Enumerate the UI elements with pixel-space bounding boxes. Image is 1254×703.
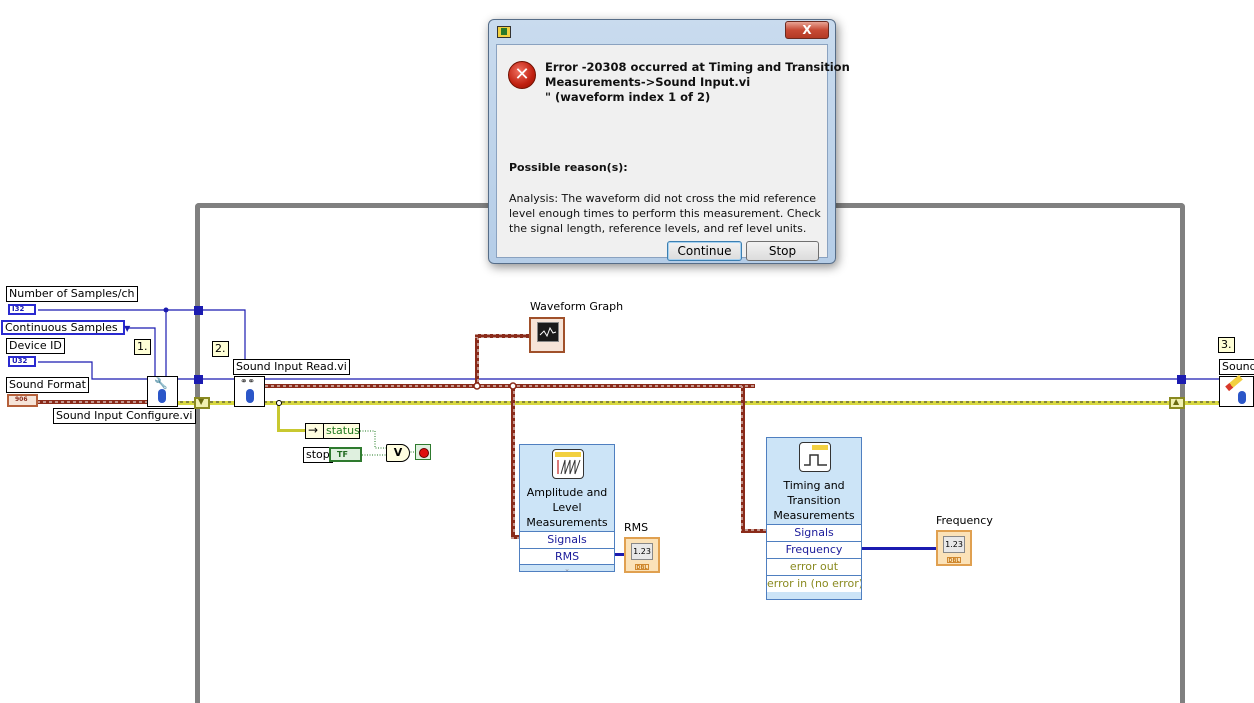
microphone-icon [1238,391,1246,404]
sound-input-clear-label: Sound [1219,359,1254,375]
sound-input-configure-vi[interactable]: 🔧 [147,376,178,407]
device-id-label: Device ID [6,338,65,354]
express-title-line: Level [552,501,582,514]
sawtooth-icon [557,459,581,475]
express-title-line: Measurements [526,516,608,529]
rms-indicator[interactable]: 1.23 DBL [624,537,660,573]
glasses-icon: ⚭⚭ [240,377,256,387]
sound-format-control[interactable]: 906 [7,394,38,407]
status-unbundle[interactable]: → status [305,423,360,439]
express-title-line: Timing and [783,479,845,492]
express-row-error-out[interactable]: error out [767,558,861,575]
error-message: Error -20308 occurred at Timing and Tran… [545,60,850,104]
waveform-graph-label: Waveform Graph [530,300,624,313]
labview-app-icon [497,26,511,38]
microphone-icon [246,389,254,403]
waveform-graph-terminal[interactable] [529,317,565,353]
express-title-line: Measurements [773,509,855,522]
graph-trace-icon [539,326,557,338]
sequence-label-1: 1. [134,339,151,355]
eraser-icon [1225,374,1243,392]
sound-input-configure-label: Sound Input Configure.vi [53,408,196,424]
dialog-body: ✕ Error -20308 occurred at Timing and Tr… [496,44,850,261]
loop-condition-terminal[interactable] [415,444,431,460]
frequency-indicator[interactable]: 1.23 DBL [936,530,972,566]
tunnel [194,306,203,315]
or-function[interactable]: V [386,444,410,462]
rms-label: RMS [624,521,649,534]
triangle-up-icon: ▲ [1173,397,1180,406]
error-icon: ✕ [508,61,536,89]
arrow-right-icon: → [308,423,319,437]
device-id-control[interactable]: U32 [8,356,36,367]
graph-icon [537,322,559,342]
frequency-label: Frequency [936,514,993,527]
sequence-label-3: 3. [1218,337,1235,353]
sound-input-read-label: Sound Input Read.vi [233,359,350,375]
timing-transition-express-vi[interactable]: Timing and Transition Measurements Signa… [766,437,862,600]
sequence-label-2: 2. [212,341,229,357]
rms-wire [614,553,624,556]
express-row-signals[interactable]: Signals [767,524,861,541]
sound-format-wire [38,400,148,404]
sound-input-clear-vi[interactable] [1219,374,1254,407]
continue-button[interactable]: Continue [667,241,742,261]
shift-register-right[interactable]: ▲ [1169,397,1185,409]
timing-icon [799,442,831,472]
express-row-rms[interactable]: RMS [520,548,614,565]
triangle-down-icon: ▼ [198,397,205,406]
amplitude-level-express-vi[interactable]: Amplitude and Level Measurements Signals… [519,444,615,573]
pulse-icon [804,454,827,466]
num-samples-control[interactable]: I32 [8,304,36,315]
sound-format-label: Sound Format [6,377,89,393]
stop-button-terminal[interactable]: TF [329,447,362,462]
express-title-line: Transition [787,494,841,507]
expand-chevron-icon[interactable]: ⌄ [520,564,614,573]
shift-register-left[interactable]: ▼ [194,397,210,409]
stop-button[interactable]: Stop [746,241,819,261]
error-dialog: X ✕ Error -20308 occurred at Timing and … [488,19,850,264]
express-row-frequency[interactable]: Frequency [767,541,861,558]
express-row-signals[interactable]: Signals [520,531,614,548]
microphone-icon [158,389,166,403]
dropdown-arrow-icon: ▼ [124,324,131,333]
express-title-line: Amplitude and [526,486,608,499]
num-samples-label: Number of Samples/ch [6,286,138,302]
express-row-error-in[interactable]: error in (no error) [767,575,861,592]
amplitude-icon [552,449,584,479]
reason-text: Analysis: The waveform did not cross the… [509,192,821,235]
dialog-close-button[interactable]: X [785,21,829,39]
tunnel [1177,375,1186,384]
sound-input-read-vi[interactable]: ⚭⚭ [234,376,265,407]
stop-sign-icon [419,448,429,458]
tunnel [194,375,203,384]
frequency-wire [862,547,938,550]
reasons-heading: Possible reason(s): [509,161,628,174]
sample-mode-ring[interactable]: Continuous Samples ▼ [1,320,130,335]
